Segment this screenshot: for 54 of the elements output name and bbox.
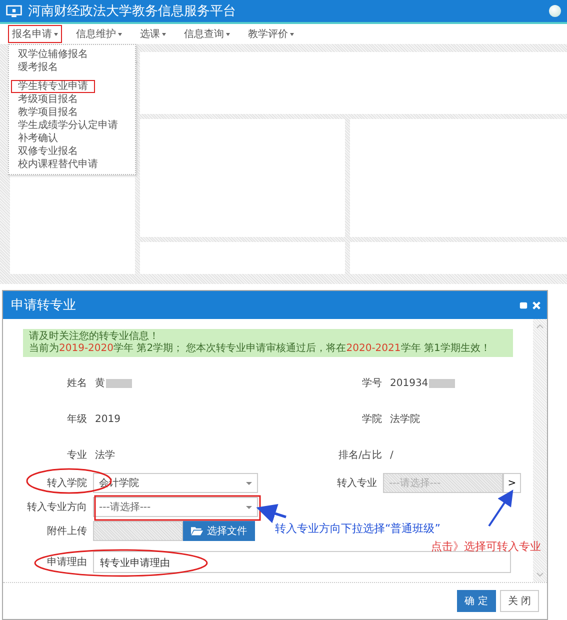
scroll-down-icon[interactable]	[536, 572, 544, 578]
field-value: 法学院	[390, 412, 420, 426]
dropdown-item[interactable]: 双学位辅修报名	[11, 48, 133, 61]
field-label: 申请理由	[46, 556, 87, 569]
scroll-up-icon[interactable]	[536, 323, 544, 329]
menu-item[interactable]: 信息查询	[180, 25, 234, 43]
field-value: 201934	[390, 378, 428, 388]
menu-item[interactable]: 教学评价	[244, 25, 298, 43]
menu-item[interactable]: 选课	[136, 25, 170, 43]
dropdown-item[interactable]: 学生成绩学分认定申请	[11, 119, 133, 132]
dialog-title: 申请转专业	[11, 297, 76, 314]
monitor-icon	[6, 4, 22, 18]
dropdown-item[interactable]: 学生转专业申请	[11, 80, 95, 93]
close-icon[interactable]	[532, 300, 541, 310]
dropdown-item[interactable]: 校内课程替代申请	[11, 158, 133, 171]
notice-text: 当前为2019-2020学年 第2学期； 您本次转专业申请审核通过后，将在2020-2021学年 第1学期生效！	[29, 343, 492, 355]
field-label: 姓名	[66, 377, 87, 390]
menu-item[interactable]: 报名申请	[8, 25, 62, 43]
arrow	[488, 490, 514, 527]
dropdown-item[interactable]: 双修专业报名	[11, 145, 133, 158]
reason-input-field[interactable]: 转专业申请理由	[93, 551, 511, 573]
menu-item[interactable]: 信息维护	[72, 25, 126, 43]
dropdown-item[interactable]: 缓考报名	[11, 61, 133, 74]
maximize-icon[interactable]	[519, 300, 528, 310]
field-label: 转入学院	[46, 476, 87, 490]
field-label: 附件上传	[46, 524, 87, 538]
dropdown-item[interactable]: 考级项目报名	[11, 93, 133, 106]
field-label: 转入专业方向	[26, 500, 87, 514]
field-value: 黄	[95, 376, 105, 390]
redaction-block	[106, 378, 132, 388]
file-path-field[interactable]	[93, 521, 183, 541]
field-value: 2019	[95, 414, 120, 424]
annotation-text: 点击》选择可转入专业	[431, 539, 541, 554]
field-label: 年级	[66, 413, 87, 426]
confirm-button[interactable]: 确 定	[456, 590, 496, 612]
field-label: 学号	[361, 377, 382, 390]
dropdown-item[interactable]: 教学项目报名	[11, 106, 133, 119]
field-label: 排名/占比	[338, 448, 382, 462]
field-value: 法学	[95, 448, 115, 462]
dropdown-item[interactable]: 补考确认	[11, 132, 133, 145]
annotation-text: 转入专业方向下拉选择“普通班级”	[275, 521, 440, 536]
folder-icon	[191, 526, 203, 536]
dropdown-field[interactable]: ---请选择---	[93, 497, 258, 517]
close-button[interactable]: 关 闭	[500, 590, 539, 612]
field-label: 学院	[361, 412, 382, 426]
redaction-block	[429, 378, 456, 388]
arrow	[256, 504, 286, 524]
field-value: /	[390, 450, 394, 460]
notice-text: 请及时关注您的转专业信息！	[29, 331, 160, 342]
app-title: 河南财经政法大学教务信息服务平台	[28, 3, 237, 20]
field-label: 专业	[66, 448, 87, 462]
user-avatar-icon[interactable]	[549, 5, 561, 17]
choose-file-button[interactable]: 选择文件	[183, 521, 255, 541]
field-label: 转入专业	[336, 476, 377, 490]
